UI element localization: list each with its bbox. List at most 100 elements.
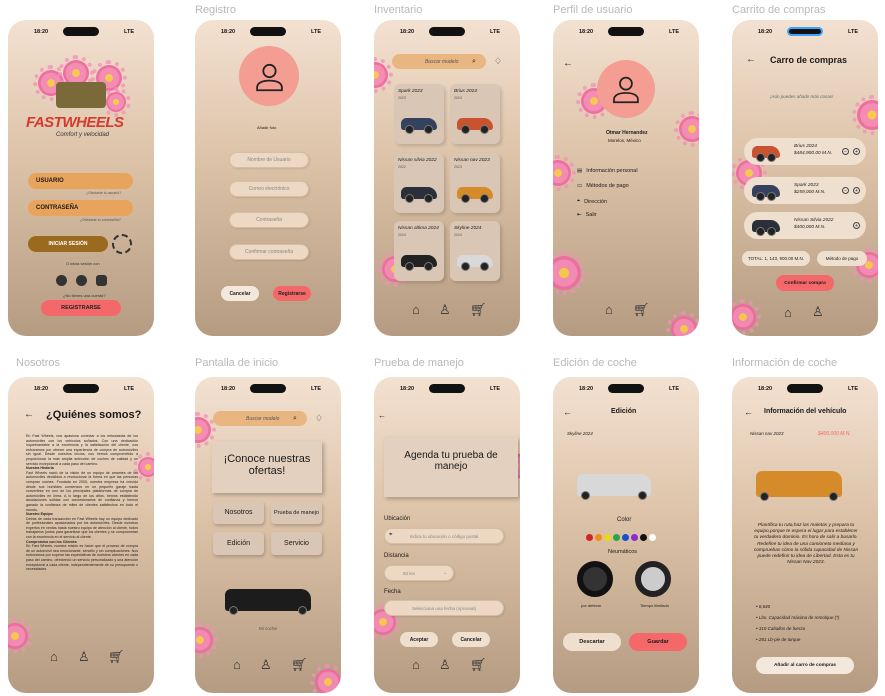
menu-personal-info[interactable]: ▤ Información personal <box>577 168 638 174</box>
home-icon[interactable]: ⌂ <box>605 302 613 317</box>
car-tile[interactable]: Nissan silvia 2022 2022 <box>394 153 444 213</box>
plus-icon[interactable]: + <box>853 187 860 194</box>
label-carrito: Carrito de compras <box>732 4 826 16</box>
user-icon[interactable]: ♙ <box>812 304 824 320</box>
plus-icon[interactable]: + <box>853 222 860 229</box>
menu-logout[interactable]: ⇤ Salir <box>577 212 597 218</box>
cart-icon[interactable]: 🛒︎ <box>633 302 650 318</box>
car-tile[interactable]: Nissan altima 2024 2024 <box>394 221 444 281</box>
about-button[interactable]: Nosotros <box>213 501 264 524</box>
user-icon[interactable]: ♙ <box>439 657 451 673</box>
home-icon[interactable]: ⌂ <box>412 657 420 672</box>
google-icon[interactable] <box>56 275 67 286</box>
label-info: Información de coche <box>732 357 838 369</box>
cancel-button[interactable]: Cancelar <box>452 632 490 647</box>
confirm-password-field[interactable]: Confirmar contraseña <box>229 244 309 260</box>
home-icon[interactable]: ⌂ <box>50 649 58 664</box>
payment-method-button[interactable]: Método de pago <box>817 251 867 266</box>
tire-option[interactable] <box>635 561 671 597</box>
accept-button[interactable]: Aceptar <box>400 632 438 647</box>
cancel-button[interactable]: Cancelar <box>221 286 259 301</box>
distance-select[interactable]: 50 km ⌄ <box>384 565 454 581</box>
discard-button[interactable]: Descartar <box>563 633 621 651</box>
cart-icon[interactable]: 🛒︎ <box>470 302 487 318</box>
email-field[interactable]: Correo electrónico <box>229 181 309 197</box>
price-label: $400,000 M.N. <box>818 431 851 437</box>
username-field[interactable]: Nombre de Usuario <box>229 152 309 168</box>
car-tile[interactable]: Brius 2024 2024 <box>450 84 500 144</box>
save-button[interactable]: Guardar <box>629 633 687 651</box>
user-input[interactable]: USUARIO <box>28 173 133 189</box>
cart-item[interactable]: Spark 2023 $259,000 M.N. − + <box>744 177 866 204</box>
cart-item[interactable]: Nissan Silvia 2022 $400,000 M.N. + <box>744 212 866 239</box>
logout-icon: ⇤ <box>577 212 582 218</box>
service-button[interactable]: Servicio <box>271 532 322 555</box>
model-label: Skyline 2024 <box>567 431 593 436</box>
register-submit-button[interactable]: Registrarse <box>273 286 311 301</box>
user-icon[interactable]: ♙ <box>439 302 451 318</box>
alt-login-text: O inicia sesión con <box>66 261 100 266</box>
add-to-cart-button[interactable]: Añadir al carro de compras <box>756 657 854 674</box>
car-tile[interactable]: Nissan nav 2023 2023 <box>450 153 500 213</box>
back-arrow-icon[interactable]: ← <box>744 407 753 417</box>
car-tile[interactable]: Skyline 2024 2024 <box>450 221 500 281</box>
info-icon: ▤ <box>577 168 583 174</box>
bell-icon[interactable]: ♢ <box>315 413 323 424</box>
bell-icon[interactable]: ♢ <box>494 56 502 67</box>
home-icon[interactable]: ⌂ <box>233 657 241 672</box>
user-hint[interactable]: ¿Olvidaste tu usuario? <box>86 191 121 195</box>
home-icon[interactable]: ⌂ <box>784 305 792 320</box>
plus-icon[interactable]: + <box>853 148 860 155</box>
confirm-purchase-button[interactable]: Confirmar compra <box>776 275 834 291</box>
page-title: Carro de compras <box>770 55 848 65</box>
test-drive-button[interactable]: Prueba de manejo <box>271 501 322 524</box>
phone-info: 18:20 LTE ← Información del vehículo Niss… <box>732 377 878 693</box>
menu-address[interactable]: ⌖ Dirección <box>577 198 607 205</box>
jeep-image <box>56 82 106 108</box>
label-prueba: Prueba de manejo <box>374 357 464 369</box>
add-photo-link[interactable]: Añadir foto <box>257 125 276 130</box>
login-button[interactable]: INICIAR SESIÓN <box>28 236 108 252</box>
cart-item[interactable]: Brius 2024 $484,900.00 M.N. − + <box>744 138 866 165</box>
phone-perfil: 18:20 LTE ← Otmar Hernandez Morelos, Méxi… <box>553 20 699 336</box>
password-hint[interactable]: ¿Olvidaste tu contraseña? <box>80 218 121 222</box>
car-tile[interactable]: Spark 2023 2023 <box>394 84 444 144</box>
password-field[interactable]: Contraseña <box>229 212 309 228</box>
edit-button[interactable]: Edición <box>213 532 264 555</box>
register-button[interactable]: REGISTRARSE <box>41 300 121 316</box>
back-arrow-icon[interactable]: ← <box>378 411 386 420</box>
date-input[interactable]: Selecciona una fecha (opcional) <box>384 600 504 616</box>
back-arrow-icon[interactable]: ← <box>563 407 572 417</box>
location-input[interactable]: Indica tu ubicación o código postal <box>384 528 504 544</box>
page-title: Agenda tu prueba de manejo <box>384 437 518 497</box>
search-icon[interactable]: ⌕ <box>472 58 476 66</box>
instagram-icon[interactable] <box>96 275 107 286</box>
tire-default-label: por defecto <box>581 603 602 608</box>
back-arrow-icon[interactable]: ← <box>746 54 756 65</box>
offers-banner[interactable]: ¡Conoce nuestras ofertas! <box>212 441 322 493</box>
label-inventario: Inventario <box>374 4 423 16</box>
chevron-down-icon: ⌄ <box>443 570 447 575</box>
home-icon[interactable]: ⌂ <box>412 302 420 317</box>
menu-payment[interactable]: ▭ Métodos de pago <box>577 183 629 189</box>
my-car-label: Mi coche <box>259 626 278 631</box>
avatar[interactable] <box>239 46 299 106</box>
brand-logo: FASTWHEELS <box>26 114 124 131</box>
label-perfil: Perfil de usuario <box>553 4 633 16</box>
cart-icon[interactable]: 🛒︎ <box>470 657 487 673</box>
user-icon[interactable]: ♙ <box>260 657 272 673</box>
back-arrow-icon[interactable]: ← <box>563 58 573 69</box>
back-arrow-icon[interactable]: ← <box>24 409 34 420</box>
user-icon[interactable]: ♙ <box>78 649 90 665</box>
tire-option[interactable] <box>577 561 613 597</box>
cart-icon[interactable]: 🛒︎ <box>108 649 125 665</box>
cart-icon[interactable]: 🛒︎ <box>291 657 308 673</box>
minus-icon[interactable]: − <box>842 187 849 194</box>
my-car-image[interactable] <box>225 589 311 615</box>
search-icon[interactable]: ⌕ <box>293 415 297 423</box>
minus-icon[interactable]: − <box>842 148 849 155</box>
facebook-icon[interactable] <box>76 275 87 286</box>
fingerprint-icon[interactable] <box>112 234 132 254</box>
color-swatches[interactable] <box>586 528 658 546</box>
password-input[interactable]: CONTRASEÑA <box>28 200 133 216</box>
